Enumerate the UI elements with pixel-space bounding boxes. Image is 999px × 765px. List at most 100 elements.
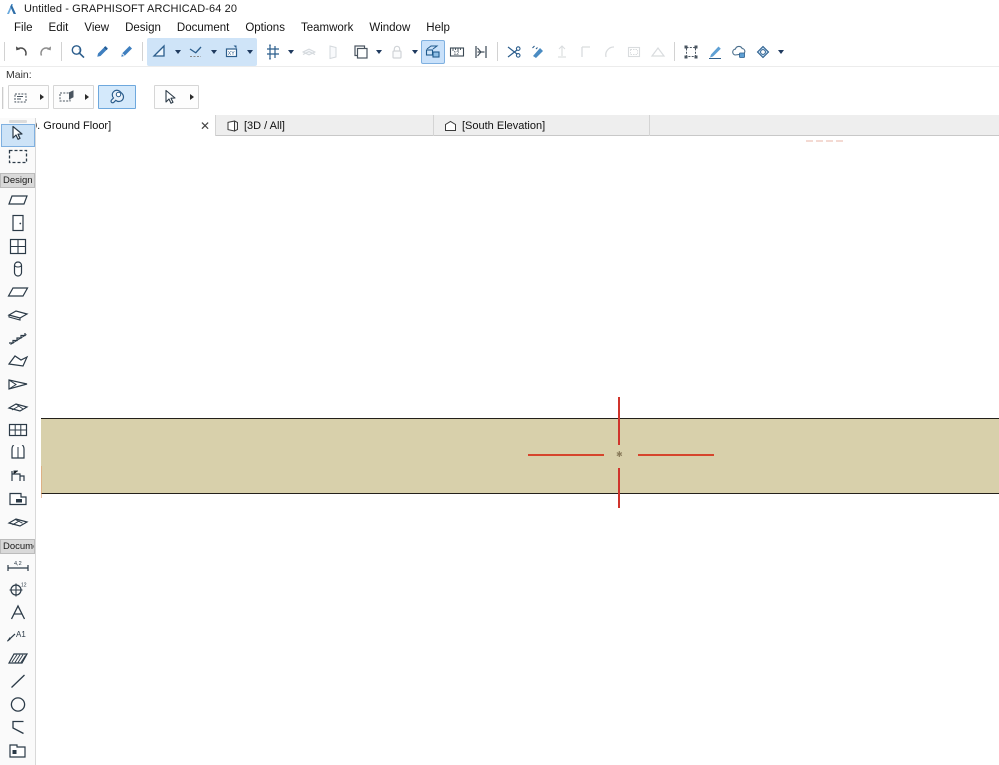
- tool-line[interactable]: [1, 672, 35, 695]
- snap-point-icon[interactable]: [184, 40, 208, 64]
- tool-shell[interactable]: [1, 375, 35, 398]
- coordinate-origin-icon[interactable]: XY: [220, 40, 244, 64]
- scissors-trim-icon[interactable]: [502, 40, 526, 64]
- window-title: Untitled - GRAPHISOFT ARCHICAD-64 20: [24, 3, 238, 15]
- tool-marquee[interactable]: [1, 147, 35, 170]
- ghost-dashed-marker: [806, 140, 843, 142]
- tool-door[interactable]: [1, 214, 35, 237]
- select-area-button[interactable]: [53, 85, 94, 109]
- menu-window[interactable]: Window: [361, 20, 418, 37]
- tool-zone[interactable]: [1, 490, 35, 513]
- tool-object[interactable]: [1, 467, 35, 490]
- corner-extend-icon[interactable]: [574, 40, 598, 64]
- fillet-arc-icon[interactable]: [598, 40, 622, 64]
- adjust-vertical-icon[interactable]: [550, 40, 574, 64]
- circle-icon: [9, 696, 27, 718]
- horizontal-wall[interactable]: [41, 418, 999, 494]
- redo-icon[interactable]: [33, 40, 57, 64]
- tool-drawing[interactable]: [1, 741, 35, 764]
- reserve-pencil-icon[interactable]: [703, 40, 727, 64]
- pet-palette-button[interactable]: [98, 85, 136, 109]
- arrow-tool-arrow-icon[interactable]: [185, 86, 198, 108]
- tool-curtain-wall[interactable]: [1, 421, 35, 444]
- measure-tape-icon[interactable]: 12: [445, 40, 469, 64]
- tool-circle[interactable]: [1, 695, 35, 718]
- pet-palette-icon: [99, 86, 135, 108]
- publish-set-button[interactable]: [8, 85, 49, 109]
- padlock-icon[interactable]: [385, 40, 409, 64]
- snap-point-dropdown-icon[interactable]: [208, 40, 220, 64]
- tool-dimension[interactable]: 4,2: [1, 557, 35, 580]
- 3d-view-icon[interactable]: [421, 39, 445, 64]
- grid-snap-dropdown-icon[interactable]: [285, 40, 297, 64]
- svg-text:XY: XY: [228, 51, 235, 57]
- main-palette-bar: Main:: [0, 67, 999, 115]
- offset-polygon-icon[interactable]: [622, 40, 646, 64]
- tool-wall[interactable]: [1, 191, 35, 214]
- tool-label[interactable]: A1: [1, 626, 35, 649]
- menu-help[interactable]: Help: [418, 20, 458, 37]
- toolbar-group-teamwork: [679, 38, 787, 66]
- arrow-tool-button[interactable]: [154, 85, 199, 109]
- tab-label: [0. Ground Floor]: [28, 119, 112, 132]
- tool-beam[interactable]: [1, 283, 35, 306]
- bimcloud-dropdown-icon[interactable]: [775, 40, 787, 64]
- tab-label: [South Elevation]: [462, 119, 546, 132]
- tool-text[interactable]: [1, 603, 35, 626]
- close-icon[interactable]: ✕: [197, 115, 215, 136]
- layers-stack-icon[interactable]: [297, 40, 321, 64]
- bimcloud-icon[interactable]: [751, 40, 775, 64]
- select-area-arrow-icon[interactable]: [80, 86, 93, 108]
- syringe-inject-icon[interactable]: [114, 40, 138, 64]
- tool-window[interactable]: [1, 237, 35, 260]
- menu-document[interactable]: Document: [169, 20, 237, 37]
- toolbar-group-display: 12: [349, 38, 493, 66]
- publish-set-arrow-icon[interactable]: [35, 86, 48, 108]
- menu-design[interactable]: Design: [117, 20, 169, 37]
- toolbox-grip[interactable]: [8, 120, 27, 123]
- marquee-resize-icon[interactable]: [469, 40, 493, 64]
- tool-roof[interactable]: [1, 352, 35, 375]
- tool-skylight[interactable]: [1, 513, 35, 536]
- roof-shape-icon[interactable]: [646, 40, 670, 64]
- window-copy-icon[interactable]: [349, 40, 373, 64]
- tool-fill-hatch[interactable]: [1, 649, 35, 672]
- guide-line-triangle-icon[interactable]: [148, 40, 172, 64]
- menu-edit[interactable]: Edit: [41, 20, 77, 37]
- menu-view[interactable]: View: [76, 20, 117, 37]
- curtain-wall-icon: [8, 422, 28, 443]
- palette-grip[interactable]: [2, 87, 4, 109]
- tool-column[interactable]: [1, 260, 35, 283]
- menu-teamwork[interactable]: Teamwork: [293, 20, 361, 37]
- cloud-lock-icon[interactable]: [727, 40, 751, 64]
- tool-mesh[interactable]: [1, 398, 35, 421]
- grid-snap-icon[interactable]: [261, 40, 285, 64]
- zoom-select-icon[interactable]: 1: [66, 40, 90, 64]
- dimension-icon: 4,2: [6, 559, 30, 578]
- guide-line-dropdown-icon[interactable]: [172, 40, 184, 64]
- floor-plan-canvas[interactable]: ✱: [36, 136, 999, 765]
- menu-options[interactable]: Options: [237, 20, 293, 37]
- column-icon: [12, 260, 24, 283]
- reference-line-vertical-bottom: [618, 468, 620, 508]
- tab-south-elevation[interactable]: [South Elevation]: [434, 115, 650, 136]
- tab-3d-all[interactable]: [3D / All]: [216, 115, 434, 136]
- window-copy-dropdown-icon[interactable]: [373, 40, 385, 64]
- tool-level-dimension[interactable]: 12: [1, 580, 35, 603]
- toolbox-section-design: Design: [0, 173, 35, 188]
- undo-icon[interactable]: [9, 40, 33, 64]
- tool-polyline[interactable]: [1, 718, 35, 741]
- tool-morph[interactable]: [1, 442, 35, 467]
- tool-stair[interactable]: [1, 329, 35, 352]
- menu-file[interactable]: File: [6, 20, 41, 37]
- tool-arrow[interactable]: [0, 124, 35, 147]
- document-tab-bar: [0. Ground Floor] ✕ [3D / All] [South El…: [0, 115, 999, 136]
- magic-wand-icon[interactable]: [526, 40, 550, 64]
- slab-icon: [6, 308, 29, 327]
- eyedropper-pick-up-icon[interactable]: [90, 40, 114, 64]
- padlock-dropdown-icon[interactable]: [409, 40, 421, 64]
- group-elements-icon[interactable]: [679, 40, 703, 64]
- coordinate-origin-dropdown-icon[interactable]: [244, 40, 256, 64]
- tool-slab[interactable]: [1, 306, 35, 329]
- elevation-plane-icon[interactable]: [321, 40, 345, 64]
